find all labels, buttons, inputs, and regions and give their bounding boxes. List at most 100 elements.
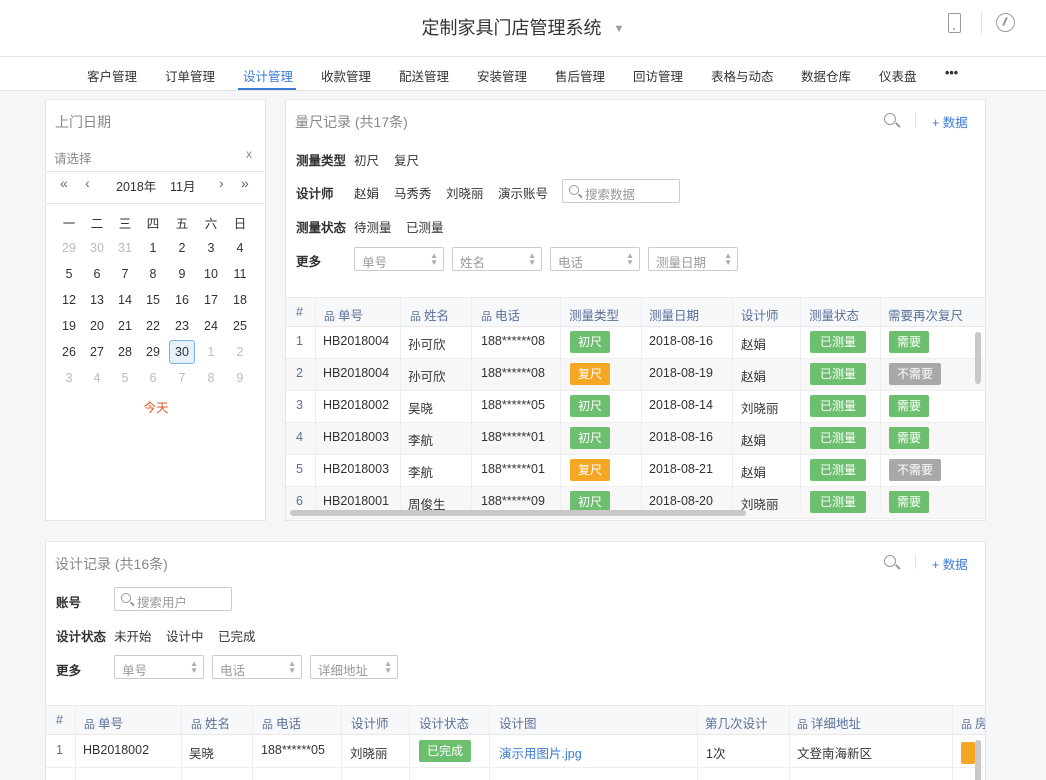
calendar-day[interactable]: 2 bbox=[227, 340, 253, 364]
chevron-down-icon[interactable]: ▼ bbox=[614, 23, 625, 35]
column-header[interactable]: 品单号 bbox=[84, 713, 123, 732]
calendar-day[interactable]: 29 bbox=[140, 340, 166, 364]
nav-item-install[interactable]: 安装管理 bbox=[477, 66, 527, 85]
calendar-day[interactable]: 1 bbox=[140, 236, 166, 260]
next-month-icon[interactable]: › bbox=[219, 175, 224, 191]
column-header[interactable]: 品电话 bbox=[481, 305, 520, 324]
column-header[interactable]: 设计状态 bbox=[419, 713, 469, 732]
filter-option[interactable]: 已测量 bbox=[406, 217, 444, 236]
column-header[interactable]: 需要再次复尺 bbox=[888, 305, 963, 324]
calendar-day[interactable]: 13 bbox=[84, 288, 110, 312]
calendar-day[interactable]: 3 bbox=[56, 366, 82, 390]
calendar-day[interactable]: 22 bbox=[140, 314, 166, 338]
vertical-scrollbar[interactable] bbox=[975, 740, 981, 780]
calendar-day[interactable]: 10 bbox=[198, 262, 224, 286]
filter-option[interactable]: 复尺 bbox=[394, 150, 419, 169]
date-input[interactable]: 请选择 bbox=[54, 148, 92, 167]
calendar-day[interactable]: 6 bbox=[140, 366, 166, 390]
calendar-day[interactable]: 1 bbox=[198, 340, 224, 364]
calendar-day[interactable]: 9 bbox=[169, 262, 195, 286]
order-no-select[interactable]: 单号 ▲ ▼ bbox=[114, 655, 204, 679]
calendar-day[interactable]: 26 bbox=[56, 340, 82, 364]
calendar-day[interactable]: 18 bbox=[227, 288, 253, 312]
calendar-day[interactable]: 28 bbox=[112, 340, 138, 364]
filter-option[interactable]: 已完成 bbox=[218, 626, 256, 645]
filter-option[interactable]: 待测量 bbox=[354, 217, 392, 236]
column-header[interactable]: 设计师 bbox=[351, 713, 389, 732]
calendar-day[interactable]: 8 bbox=[198, 366, 224, 390]
column-header[interactable]: 第几次设计 bbox=[705, 713, 768, 732]
nav-item-payments[interactable]: 收款管理 bbox=[321, 66, 371, 85]
calendar-day[interactable]: 12 bbox=[56, 288, 82, 312]
compass-icon[interactable] bbox=[996, 13, 1015, 32]
more-menu-icon[interactable]: ••• bbox=[945, 66, 958, 80]
calendar-day[interactable]: 19 bbox=[56, 314, 82, 338]
calendar-year[interactable]: 2018年 bbox=[116, 176, 156, 195]
calendar-day[interactable]: 4 bbox=[227, 236, 253, 260]
filter-option[interactable]: 未开始 bbox=[114, 626, 152, 645]
calendar-day[interactable]: 16 bbox=[169, 288, 195, 312]
column-header[interactable]: 品房 bbox=[961, 713, 985, 732]
column-header[interactable]: 品电话 bbox=[262, 713, 301, 732]
add-data-button[interactable]: + 数据 bbox=[932, 554, 968, 573]
calendar-day[interactable]: 4 bbox=[84, 366, 110, 390]
calendar-day[interactable]: 11 bbox=[227, 262, 253, 286]
calendar-day[interactable]: 6 bbox=[84, 262, 110, 286]
add-data-button[interactable]: + 数据 bbox=[932, 112, 968, 131]
calendar-day[interactable]: 21 bbox=[112, 314, 138, 338]
nav-item-customers[interactable]: 客户管理 bbox=[87, 66, 137, 85]
calendar-day[interactable]: 23 bbox=[169, 314, 195, 338]
nav-item-warehouse[interactable]: 数据仓库 bbox=[801, 66, 851, 85]
search-input[interactable]: 搜索用户 bbox=[114, 587, 232, 611]
vertical-scrollbar[interactable] bbox=[975, 332, 981, 384]
nav-item-orders[interactable]: 订单管理 bbox=[165, 66, 215, 85]
calendar-day[interactable]: 15 bbox=[140, 288, 166, 312]
calendar-day[interactable]: 24 bbox=[198, 314, 224, 338]
phone-select[interactable]: 电话 ▲ ▼ bbox=[550, 247, 640, 271]
calendar-day[interactable]: 20 bbox=[84, 314, 110, 338]
nav-item-dashboard[interactable]: 仪表盘 bbox=[879, 66, 917, 85]
filter-option[interactable]: 刘晓丽 bbox=[446, 183, 484, 202]
calendar-day[interactable]: 2 bbox=[169, 236, 195, 260]
column-header[interactable]: 设计图 bbox=[499, 713, 537, 732]
search-icon[interactable] bbox=[884, 113, 896, 125]
column-header[interactable]: 测量类型 bbox=[569, 305, 619, 324]
filter-option[interactable]: 演示账号 bbox=[498, 183, 548, 202]
table-row[interactable]: 1 HB2018002 吴晓 188******05 刘晓丽 已完成 演示用图片.jpg 1次… bbox=[46, 736, 985, 768]
search-icon[interactable] bbox=[884, 555, 896, 567]
calendar-day[interactable]: 3 bbox=[198, 236, 224, 260]
prev-month-icon[interactable]: ‹ bbox=[85, 175, 90, 191]
column-header[interactable]: 设计师 bbox=[741, 305, 779, 324]
phone-select[interactable]: 电话 ▲ ▼ bbox=[212, 655, 302, 679]
filter-option[interactable]: 初尺 bbox=[354, 150, 379, 169]
column-header[interactable]: 品姓名 bbox=[410, 305, 449, 324]
column-header[interactable]: 品详细地址 bbox=[797, 713, 861, 732]
column-header[interactable]: 品单号 bbox=[324, 305, 363, 324]
filter-option[interactable]: 赵娟 bbox=[354, 183, 379, 202]
clear-icon[interactable]: x bbox=[246, 147, 252, 161]
calendar-day[interactable]: 25 bbox=[227, 314, 253, 338]
calendar-day[interactable]: 7 bbox=[112, 262, 138, 286]
nav-item-delivery[interactable]: 配送管理 bbox=[399, 66, 449, 85]
nav-item-tables[interactable]: 表格与动态 bbox=[711, 66, 774, 85]
filter-option[interactable]: 设计中 bbox=[166, 626, 204, 645]
calendar-day[interactable]: 8 bbox=[140, 262, 166, 286]
today-button[interactable]: 今天 bbox=[46, 397, 266, 416]
calendar-day[interactable]: 5 bbox=[112, 366, 138, 390]
date-select[interactable]: 测量日期 ▲ ▼ bbox=[648, 247, 738, 271]
filter-option[interactable]: 马秀秀 bbox=[394, 183, 432, 202]
nav-item-design[interactable]: 设计管理 bbox=[243, 66, 293, 85]
calendar-day[interactable]: 5 bbox=[56, 262, 82, 286]
calendar-day[interactable]: 9 bbox=[227, 366, 253, 390]
prev-year-icon[interactable]: « bbox=[60, 175, 68, 191]
column-header[interactable]: 测量日期 bbox=[649, 305, 699, 324]
calendar-day[interactable]: 30 bbox=[84, 236, 110, 260]
name-select[interactable]: 姓名 ▲ ▼ bbox=[452, 247, 542, 271]
design-image-link[interactable]: 演示用图片.jpg bbox=[499, 743, 582, 762]
calendar-day[interactable]: 17 bbox=[198, 288, 224, 312]
calendar-day[interactable]: 7 bbox=[169, 366, 195, 390]
nav-item-follow-up[interactable]: 回访管理 bbox=[633, 66, 683, 85]
next-year-icon[interactable]: » bbox=[241, 175, 249, 191]
column-header[interactable]: 品姓名 bbox=[191, 713, 230, 732]
nav-item-after-sales[interactable]: 售后管理 bbox=[555, 66, 605, 85]
